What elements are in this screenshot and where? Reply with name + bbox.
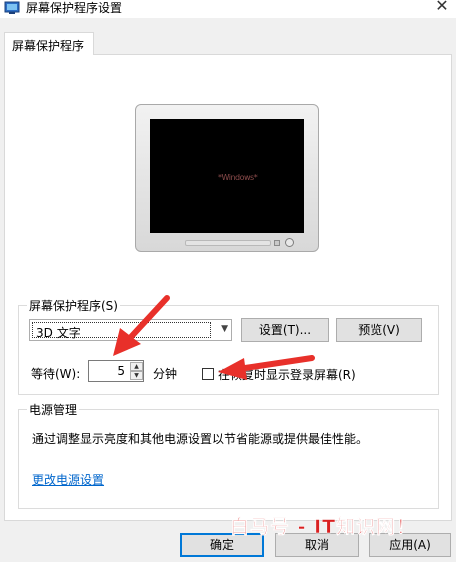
title-bar: 屏幕保护程序设置 ✕ bbox=[0, 0, 456, 18]
resume-logon-label[interactable]: 在恢复时显示登录屏幕(R) bbox=[218, 366, 356, 383]
close-button[interactable]: ✕ bbox=[428, 0, 456, 16]
window-title: 屏幕保护程序设置 bbox=[26, 1, 123, 15]
monitor-indicator bbox=[274, 240, 280, 246]
tab-label: 屏幕保护程序 bbox=[12, 39, 85, 53]
spin-down-icon[interactable]: ▼ bbox=[130, 371, 143, 380]
power-group bbox=[18, 409, 439, 509]
preview-screen: *Windows* bbox=[150, 119, 304, 233]
monitor-power-icon bbox=[285, 238, 294, 247]
preview-button[interactable]: 预览(V) bbox=[336, 318, 422, 342]
chevron-down-icon[interactable]: ▼ bbox=[221, 324, 228, 334]
wait-minutes-stepper[interactable]: 5 ▲ ▼ bbox=[88, 360, 144, 382]
spin-up-icon[interactable]: ▲ bbox=[130, 362, 143, 371]
screensaver-select-value: 3D 文字 bbox=[36, 326, 81, 340]
wait-label: 等待(W): bbox=[31, 367, 81, 381]
settings-button[interactable]: 设置(T)... bbox=[241, 318, 329, 342]
screensaver-select-value-box: 3D 文字 bbox=[32, 322, 211, 340]
change-power-settings-link[interactable]: 更改电源设置 bbox=[32, 471, 104, 488]
power-description: 通过调整显示亮度和其他电源设置以节省能源或提供最佳性能。 bbox=[32, 432, 369, 446]
tab-screensaver[interactable]: 屏幕保护程序 bbox=[4, 32, 94, 55]
resume-logon-checkbox[interactable] bbox=[202, 368, 214, 380]
watermark-text: 白马号 - IT知识网！ bbox=[230, 516, 417, 539]
screensaver-group-label: 屏幕保护程序(S) bbox=[27, 297, 120, 314]
wait-minutes-value[interactable]: 5 bbox=[89, 364, 125, 378]
monitor-slot bbox=[185, 240, 271, 246]
monitor-preview: *Windows* bbox=[135, 104, 319, 252]
preview-screen-text: *Windows* bbox=[218, 173, 258, 182]
wait-unit-label: 分钟 bbox=[153, 367, 178, 381]
monitor-app-icon bbox=[4, 1, 20, 14]
screensaver-select[interactable]: 3D 文字 ▼ bbox=[29, 319, 232, 341]
power-group-label: 电源管理 bbox=[27, 401, 80, 418]
